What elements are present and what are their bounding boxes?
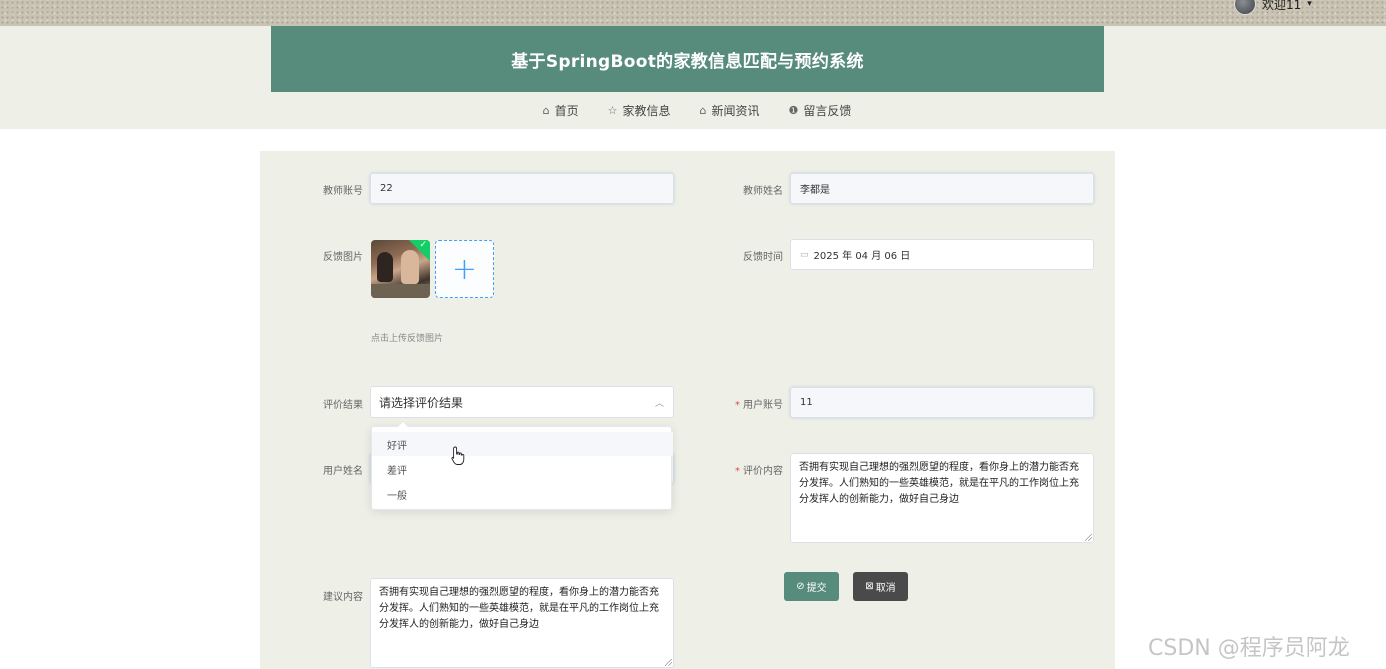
- cancel-label: 取消: [875, 583, 896, 594]
- suggestion-text: 否拥有实现自己理想的强烈愿望的程度，看你身上的潜力能否充分发挥。人们熟知的一些英…: [379, 587, 659, 630]
- top-strip: [0, 0, 1386, 26]
- cancel-button[interactable]: ⊠ 取消: [853, 572, 908, 601]
- uploaded-image-thumbnail[interactable]: ✓: [371, 240, 430, 298]
- rating-select-placeholder: 请选择评价结果: [379, 395, 464, 410]
- submit-button[interactable]: ⊘ 提交: [784, 572, 839, 601]
- rating-select[interactable]: 请选择评价结果 ︿: [370, 386, 674, 418]
- nav-label: 首页: [554, 104, 579, 118]
- nav-item-news[interactable]: ⌂ 新闻资讯: [700, 102, 760, 119]
- welcome-text: 欢迎11: [1262, 0, 1302, 12]
- check-circle-icon: ⊘: [796, 581, 805, 592]
- close-square-icon: ⊠: [865, 581, 874, 592]
- nav-item-feedback[interactable]: ❶ 留言反馈: [789, 102, 852, 119]
- required-mark: *: [735, 400, 740, 411]
- suggestion-textarea[interactable]: 否拥有实现自己理想的强烈愿望的程度，看你身上的潜力能否充分发挥。人们熟知的一些英…: [370, 578, 674, 668]
- nav-label: 新闻资讯: [711, 104, 760, 118]
- teacher-account-label: 教师账号: [323, 186, 363, 197]
- teacher-account-field[interactable]: 22: [370, 173, 674, 204]
- hand-cursor-icon: [451, 446, 465, 465]
- home-icon: ⌂: [542, 104, 550, 117]
- rating-dropdown: 好评 差评 一般: [371, 421, 673, 510]
- teacher-name-label: 教师姓名: [743, 186, 783, 197]
- resize-handle-icon[interactable]: [1085, 534, 1092, 541]
- info-icon: ❶: [788, 104, 799, 117]
- user-name-label: 用户姓名: [323, 466, 363, 477]
- watermark: CSDN @程序员阿龙: [1148, 636, 1350, 661]
- upload-add-button[interactable]: +: [435, 240, 494, 298]
- caret-down-icon[interactable]: ▾: [1307, 0, 1312, 9]
- rating-option-neutral[interactable]: 一般: [372, 482, 673, 506]
- feedback-image-label: 反馈图片: [323, 252, 363, 263]
- user-account-label-text: 用户账号: [743, 400, 783, 411]
- avatar[interactable]: [1234, 0, 1256, 15]
- user-menu[interactable]: 欢迎11 ▾: [1234, 0, 1312, 15]
- feedback-time-field[interactable]: ▭ 2025 年 04 月 06 日: [790, 239, 1094, 270]
- nav-label: 家教信息: [622, 104, 671, 118]
- site-header: 基于SpringBoot的家教信息匹配与预约系统: [271, 26, 1104, 92]
- resize-handle-icon[interactable]: [665, 659, 672, 666]
- calendar-icon: ▭: [800, 249, 809, 260]
- teacher-name-field[interactable]: 李都是: [790, 173, 1094, 204]
- user-account-field[interactable]: 11: [790, 387, 1094, 418]
- suggestion-label: 建议内容: [323, 592, 363, 603]
- review-content-label: * 评价内容: [703, 462, 783, 477]
- feedback-time-value: 2025 年 04 月 06 日: [813, 251, 911, 262]
- bag-icon: ⌂: [699, 104, 707, 117]
- rating-label: 评价结果: [323, 400, 363, 411]
- upload-hint: 点击上传反馈图片: [371, 334, 444, 344]
- star-icon: ☆: [607, 104, 618, 117]
- check-icon: ✓: [419, 240, 427, 250]
- feedback-time-label: 反馈时间: [743, 252, 783, 263]
- main-nav: ⌂ 首页 ☆ 家教信息 ⌂ 新闻资讯 ❶ 留言反馈: [0, 92, 1386, 129]
- rating-option-good[interactable]: 好评: [372, 432, 673, 456]
- nav-label: 留言反馈: [803, 104, 852, 118]
- chevron-up-icon: ︿: [654, 398, 664, 409]
- review-content-text: 否拥有实现自己理想的强烈愿望的程度，看你身上的潜力能否充分发挥。人们熟知的一些英…: [799, 462, 1079, 505]
- nav-item-tutor-info[interactable]: ☆ 家教信息: [608, 102, 671, 119]
- review-content-textarea[interactable]: 否拥有实现自己理想的强烈愿望的程度，看你身上的潜力能否充分发挥。人们熟知的一些英…: [790, 453, 1094, 543]
- site-title: 基于SpringBoot的家教信息匹配与预约系统: [511, 51, 864, 72]
- required-mark: *: [735, 466, 740, 477]
- submit-label: 提交: [806, 583, 827, 594]
- rating-option-bad[interactable]: 差评: [372, 457, 673, 481]
- nav-item-home[interactable]: ⌂ 首页: [543, 102, 579, 119]
- plus-icon: +: [451, 251, 478, 287]
- user-account-label: * 用户账号: [703, 396, 783, 411]
- review-content-label-text: 评价内容: [743, 466, 783, 477]
